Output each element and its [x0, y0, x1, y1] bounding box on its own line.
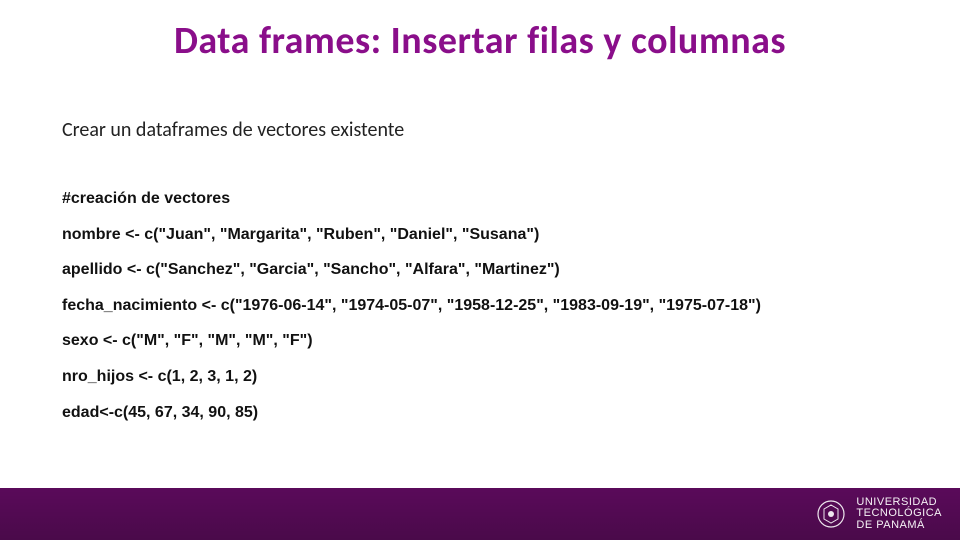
code-comment: #creación de vectores: [62, 186, 922, 212]
code-line: sexo <- c("M", "F", "M", "M", "F"): [62, 328, 922, 354]
subtitle: Crear un dataframes de vectores existent…: [62, 118, 404, 142]
code-line: apellido <- c("Sanchez", "Garcia", "Sanc…: [62, 257, 922, 283]
code-line: edad<-c(45, 67, 34, 90, 85): [62, 400, 922, 426]
footer-bar: UNIVERSIDAD TECNOLÓGICA DE PANAMÁ: [0, 488, 960, 540]
code-block: #creación de vectores nombre <- c("Juan"…: [62, 186, 922, 435]
code-line: nro_hijos <- c(1, 2, 3, 1, 2): [62, 364, 922, 390]
footer-org-name: UNIVERSIDAD TECNOLÓGICA DE PANAMÁ: [856, 497, 942, 532]
footer-logo: UNIVERSIDAD TECNOLÓGICA DE PANAMÁ: [816, 497, 942, 532]
code-line: nombre <- c("Juan", "Margarita", "Ruben"…: [62, 222, 922, 248]
org-line-3: DE PANAMÁ: [856, 520, 942, 532]
code-line: fecha_nacimiento <- c("1976-06-14", "197…: [62, 293, 922, 319]
utp-logo-icon: [816, 499, 846, 529]
slide: Data frames: Insertar filas y columnas C…: [0, 0, 960, 540]
page-title: Data frames: Insertar filas y columnas: [0, 18, 960, 64]
